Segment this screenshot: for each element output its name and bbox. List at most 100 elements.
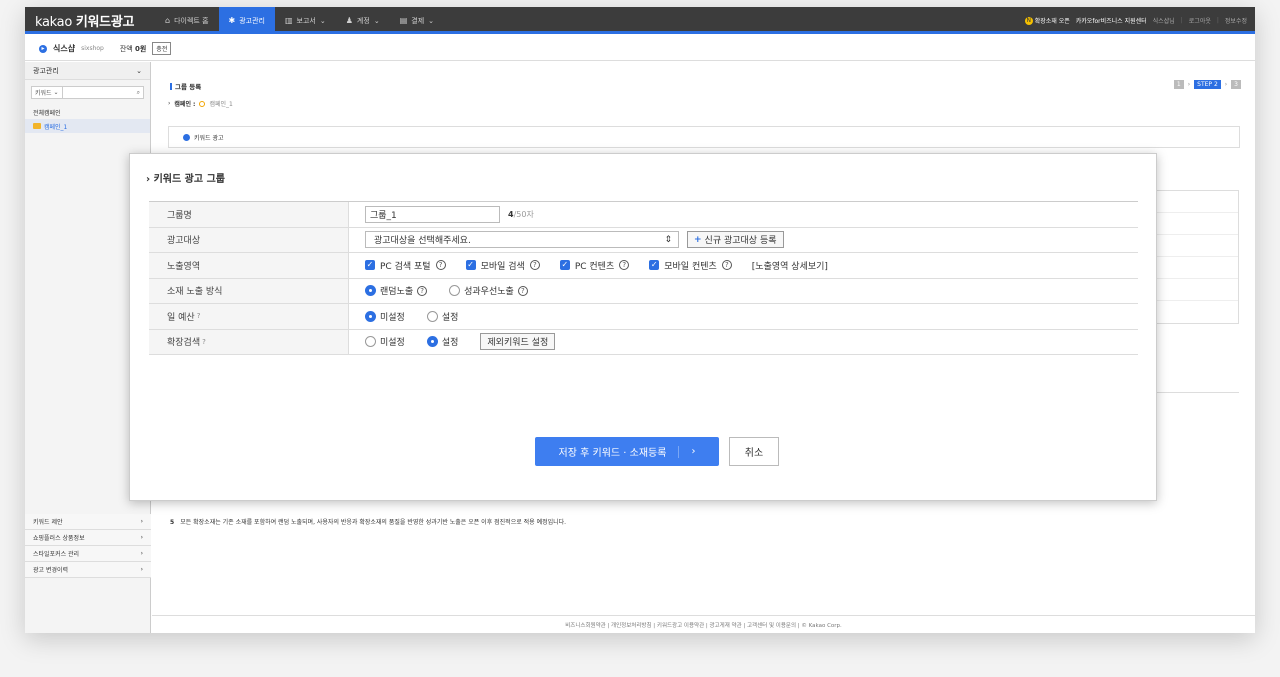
chevron-right-icon: › xyxy=(140,518,143,525)
new-target-button[interactable]: + 신규 광고대상 등록 xyxy=(687,231,784,249)
promo-link[interactable]: N 확장소재 오픈 xyxy=(1024,16,1070,25)
document-icon: ▤ xyxy=(399,16,408,25)
search-type-select[interactable]: 키워드 ⌄ xyxy=(32,87,63,98)
exposure-label: 노출영역 xyxy=(149,253,349,278)
chevron-down-icon: ⌄ xyxy=(136,66,142,75)
method-random-radio[interactable]: 랜덤노출? xyxy=(365,284,428,297)
select-arrows-icon: ⇕ xyxy=(664,234,672,245)
save-button[interactable]: 저장 후 키워드 · 소재등록 › xyxy=(535,437,719,466)
chevron-down-icon: ⌄ xyxy=(428,16,435,25)
radio-icon[interactable] xyxy=(426,310,438,322)
exclude-keyword-button[interactable]: 제외키워드 설정 xyxy=(480,333,556,351)
row-extended-search: 확장검색? 미설정 설정 제외키워드 설정 xyxy=(149,329,1138,355)
help-icon[interactable]: ? xyxy=(435,260,446,271)
charge-button[interactable]: 충전 xyxy=(152,42,172,55)
cancel-button[interactable]: 취소 xyxy=(729,437,779,466)
exposure-pc-content[interactable]: ✓ PC 컨텐츠? xyxy=(559,259,630,272)
keyword-ad-icon xyxy=(183,133,190,141)
menu-direct-home[interactable]: ⌂ 다이렉트 홈 xyxy=(155,7,219,34)
help-icon[interactable]: ? xyxy=(417,285,428,296)
account-name[interactable]: 식스샵 xyxy=(53,43,75,54)
main-menu: ⌂ 다이렉트 홈 ✱ 광고관리 ▥ 보고서 ⌄ ♟ 계정 ⌄ ▤ 결제 ⌄ xyxy=(155,7,444,34)
budget-unset-radio[interactable]: 미설정 xyxy=(365,310,405,323)
top-right-links: N 확장소재 오픈 카카오for비즈니스 지원센터 식스샵님 | 로그아웃 | 정… xyxy=(1024,7,1247,34)
row-ad-target: 광고대상 광고대상을 선택해주세요. ⇕ + 신규 광고대상 등록 xyxy=(149,227,1138,253)
menu-payment[interactable]: ▤ 결제 ⌄ xyxy=(390,7,444,34)
account-id: sixshop xyxy=(81,45,104,52)
menu-report[interactable]: ▥ 보고서 ⌄ xyxy=(275,7,336,34)
sidebar-header[interactable]: 광고관리 ⌄ xyxy=(25,62,150,80)
step-3: 3 xyxy=(1231,80,1241,89)
checkbox-checked-icon[interactable]: ✓ xyxy=(365,260,375,271)
group-name-input[interactable]: 그룹_1 xyxy=(365,205,500,223)
ext-set-radio[interactable]: 설정 xyxy=(426,335,458,348)
exposure-mobile-search[interactable]: ✓ 모바일 검색? xyxy=(465,259,540,272)
search-icon[interactable]: ⌕ xyxy=(134,89,143,97)
help-icon[interactable]: ? xyxy=(202,338,206,346)
chevron-down-icon: ⌄ xyxy=(319,16,326,25)
divider: | xyxy=(1216,17,1219,24)
business-center-link[interactable]: 카카오for비즈니스 지원센터 xyxy=(1076,16,1147,25)
step-1: 1 xyxy=(1173,80,1184,89)
ad-target-select[interactable]: 광고대상을 선택해주세요. ⇕ xyxy=(365,231,679,249)
campaign-icon xyxy=(199,100,206,107)
checkbox-checked-icon[interactable]: ✓ xyxy=(559,260,570,271)
ad-target-label: 광고대상 xyxy=(149,227,349,252)
exposure-pc-search[interactable]: ✓ PC 검색 포털? xyxy=(365,259,446,272)
plus-icon: + xyxy=(694,234,702,245)
help-icon[interactable]: ? xyxy=(721,260,732,271)
help-icon[interactable]: ? xyxy=(529,260,540,271)
sidebar-item-style-focus[interactable]: 스타일포커스 관리 › xyxy=(25,546,151,562)
budget-set-radio[interactable]: 설정 xyxy=(426,310,458,323)
method-label: 소재 노출 방식 xyxy=(149,278,349,303)
row-group-name: 그룹명 그룹_1 4/50자 xyxy=(149,202,1138,228)
menu-account[interactable]: ♟ 계정 ⌄ xyxy=(336,7,390,34)
exposure-detail-link[interactable]: [노출영역 상세보기] xyxy=(752,259,828,272)
sidebar-item-change-history[interactable]: 광고 변경이력 › xyxy=(25,562,151,578)
user-icon: ♟ xyxy=(345,16,353,25)
group-name-label: 그룹명 xyxy=(149,202,349,227)
sidebar-item-shopping-plus[interactable]: 쇼핑플러스 상품정보 › xyxy=(25,530,151,546)
chevron-right-icon: › xyxy=(140,550,143,557)
menu-ad-management[interactable]: ✱ 광고관리 xyxy=(218,7,275,34)
user-name: 식스샵님 xyxy=(1152,18,1175,25)
sidebar-item-all-campaigns[interactable]: 전체캠페인 xyxy=(25,105,150,119)
logo-bold-text: 키워드광고 xyxy=(75,15,135,30)
radio-icon[interactable] xyxy=(449,285,461,297)
notice-text: 5 모든 확장소재는 기존 소재를 포함하여 랜덤 노출되며, 사용자의 반응과 … xyxy=(170,519,567,526)
ext-unset-radio[interactable]: 미설정 xyxy=(365,335,405,348)
exposure-mobile-content[interactable]: ✓ 모바일 컨텐츠? xyxy=(649,259,732,272)
method-performance-radio[interactable]: 성과우선노출? xyxy=(449,284,528,297)
radio-selected-icon[interactable] xyxy=(365,310,376,322)
gear-icon: ✱ xyxy=(228,16,236,25)
row-daily-budget: 일 예산? 미설정 설정 xyxy=(149,304,1138,330)
logo[interactable]: kakao 키워드광고 xyxy=(35,11,134,30)
checkbox-checked-icon[interactable]: ✓ xyxy=(649,260,660,271)
logout-link[interactable]: 로그아웃 xyxy=(1189,16,1211,25)
account-bar: ▸ 식스샵 sixshop 잔액 0원 충전 xyxy=(25,37,1255,61)
breadcrumb: › 캠페인 : 캠페인_1 xyxy=(168,100,233,108)
help-icon[interactable]: ? xyxy=(517,285,528,296)
row-exposure-method: 소재 노출 방식 랜덤노출? 성과우선노출? xyxy=(149,278,1138,304)
balance: 잔액 0원 xyxy=(119,44,147,53)
footer: 비즈니스회원약관 | 개인정보처리방침 | 키워드광고 이용약관 | 광고게재 … xyxy=(152,615,1255,633)
radio-selected-icon[interactable] xyxy=(365,285,376,297)
sidebar-item-campaign[interactable]: 캠페인_1 xyxy=(25,119,150,133)
ext-search-label: 확장검색? xyxy=(149,329,349,354)
ad-group-modal: › 키워드 광고 그룹 그룹명 그룹_1 4/50자 광고대상 광고대상을 선택… xyxy=(129,153,1157,501)
account-icon: ▸ xyxy=(39,44,47,53)
step-2: STEP 2 xyxy=(1194,80,1221,89)
radio-icon[interactable] xyxy=(365,336,376,348)
chevron-right-icon: › xyxy=(691,446,696,457)
help-icon[interactable]: ? xyxy=(619,260,630,271)
radio-selected-icon[interactable] xyxy=(426,336,438,348)
keyword-ad-box: 키워드 광고 xyxy=(168,126,1240,148)
top-navigation: kakao 키워드광고 ⌂ 다이렉트 홈 ✱ 광고관리 ▥ 보고서 ⌄ ♟ 계정 ⌄ ▤ 결제… xyxy=(25,7,1255,34)
edit-info-link[interactable]: 정보수정 xyxy=(1225,16,1247,25)
budget-label: 일 예산? xyxy=(149,304,349,329)
step-indicator: 1 › STEP 2 › 3 xyxy=(1173,80,1241,89)
checkbox-checked-icon[interactable]: ✓ xyxy=(465,260,476,271)
help-icon[interactable]: ? xyxy=(197,312,201,320)
logo-text: kakao xyxy=(35,15,72,30)
sidebar-item-keyword-suggest[interactable]: 키워드 제안 › xyxy=(25,514,151,530)
